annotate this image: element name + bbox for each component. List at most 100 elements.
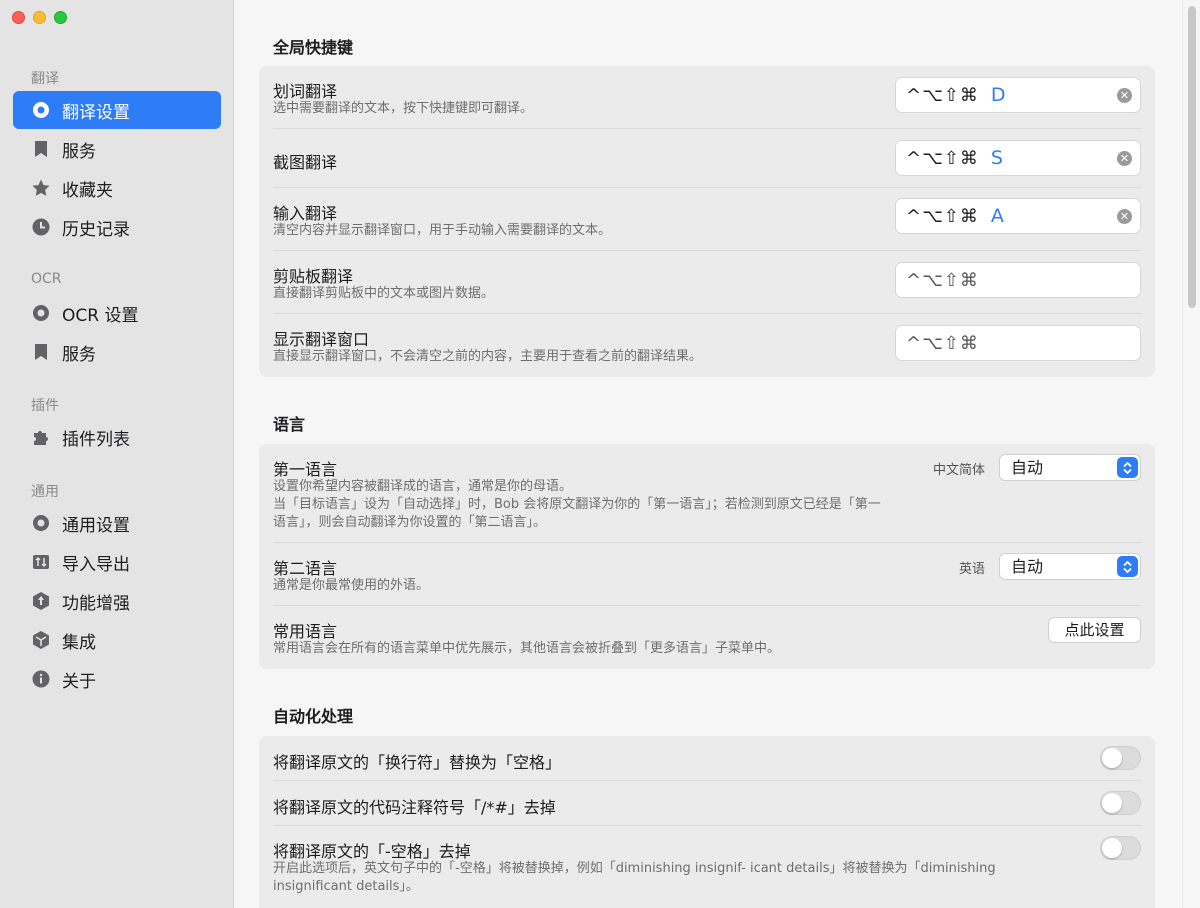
shortcut-recorder[interactable]: ^⌥⇧⌘ <box>895 262 1141 298</box>
automation-card: 将翻译原文的「换行符」替换为「空格」 将翻译原文的代码注释符号「/*#」去掉 将… <box>259 736 1155 908</box>
sidebar-section-ocr: OCR <box>31 271 62 287</box>
sidebar-item-label: 集成 <box>62 632 96 653</box>
row-title: 常用语言 <box>273 622 338 641</box>
sidebar-item-label: 服务 <box>62 141 96 162</box>
row-title: 截图翻译 <box>273 153 338 172</box>
sidebar-section-translate: 翻译 <box>31 71 59 87</box>
first-language-select[interactable]: 自动 <box>999 454 1141 481</box>
row-description: 选中需要翻译的文本，按下快捷键即可翻译。 <box>273 101 534 116</box>
row-description: 直接翻译剪贴板中的文本或图片数据。 <box>273 286 495 301</box>
toggle-knob <box>1102 838 1122 858</box>
row-title: 输入翻译 <box>273 204 338 223</box>
zoom-window-button[interactable] <box>54 11 67 24</box>
row-title: 将翻译原文的代码注释符号「/*#」去掉 <box>273 798 556 817</box>
clear-shortcut-icon[interactable]: ✕ <box>1117 88 1132 103</box>
modifier-keys: ^⌥⇧⌘ <box>906 147 979 169</box>
set-common-languages-button[interactable]: 点此设置 <box>1048 617 1141 643</box>
sidebar-item-translate-settings[interactable]: 翻译设置 <box>13 91 221 129</box>
gear-icon <box>31 513 51 533</box>
language-row-second: 第二语言 通常是你最常使用的外语。 英语 自动 <box>259 543 1155 606</box>
comment-symbols-toggle[interactable] <box>1100 791 1141 815</box>
shortcut-row-screenshot-translate: 截图翻译 ^⌥⇧⌘ S ✕ <box>259 129 1155 188</box>
shortcut-row-clipboard-translate: 剪贴板翻译 直接翻译剪贴板中的文本或图片数据。 ^⌥⇧⌘ <box>259 251 1155 314</box>
settings-content: 全局快捷键 划词翻译 选中需要翻译的文本，按下快捷键即可翻译。 ^⌥⇧⌘ D ✕… <box>235 0 1181 908</box>
sidebar-item-label: 历史记录 <box>62 219 130 240</box>
select-value: 自动 <box>1011 557 1044 576</box>
gear-icon <box>31 303 51 323</box>
shortcut-key: A <box>990 205 1004 227</box>
toggle-knob <box>1102 748 1122 768</box>
row-title: 第二语言 <box>273 559 338 578</box>
sidebar-item-label: 功能增强 <box>62 593 130 614</box>
shortcut-recorder[interactable]: ^⌥⇧⌘ <box>895 325 1141 361</box>
sidebar-item-label: 导入导出 <box>62 554 130 575</box>
sidebar-item-enhancements[interactable]: 功能增强 <box>13 582 221 620</box>
language-row-first: 第一语言 设置你希望内容被翻译成的语言，通常是你的母语。 当「目标语言」设为「自… <box>259 444 1155 543</box>
select-value: 自动 <box>1011 458 1044 477</box>
language-row-common: 常用语言 常用语言会在所有的语言菜单中优先展示，其他语言会被折叠到「更多语言」子… <box>259 606 1155 669</box>
sidebar-item-label: 插件列表 <box>62 429 130 450</box>
sidebar-item-ocr-services[interactable]: 服务 <box>13 333 221 371</box>
puzzle-icon <box>31 427 51 447</box>
shortcut-key: D <box>990 84 1006 106</box>
newline-toggle[interactable] <box>1100 746 1141 770</box>
row-title: 将翻译原文的「-空格」去掉 <box>273 842 471 861</box>
section-heading-shortcuts: 全局快捷键 <box>273 38 354 57</box>
shortcuts-card: 划词翻译 选中需要翻译的文本，按下快捷键即可翻译。 ^⌥⇧⌘ D ✕ 截图翻译 … <box>259 66 1155 377</box>
shortcut-row-input-translate: 输入翻译 清空内容并显示翻译窗口，用于手动输入需要翻译的文本。 ^⌥⇧⌘ A ✕ <box>259 188 1155 251</box>
import-export-icon <box>31 552 51 572</box>
bookmark-icon <box>31 139 51 159</box>
row-description-line: insignificant details」。 <box>273 879 419 894</box>
sidebar-item-integration[interactable]: 集成 <box>13 621 221 659</box>
shortcut-row-selection-translate: 划词翻译 选中需要翻译的文本，按下快捷键即可翻译。 ^⌥⇧⌘ D ✕ <box>259 66 1155 129</box>
sidebar-item-ocr-settings[interactable]: OCR 设置 <box>13 294 221 332</box>
sidebar-item-label: 收藏夹 <box>62 180 113 201</box>
chevron-updown-icon <box>1117 556 1138 577</box>
row-description-line: 设置你希望内容被翻译成的语言，通常是你的母语。 <box>273 479 573 494</box>
gear-icon <box>31 100 51 120</box>
second-language-select[interactable]: 自动 <box>999 553 1141 580</box>
row-description: 直接显示翻译窗口，不会清空之前的内容，主要用于查看之前的翻译结果。 <box>273 349 703 364</box>
sidebar-item-label: 关于 <box>62 671 96 692</box>
section-heading-automation: 自动化处理 <box>273 707 354 726</box>
sidebar-item-about[interactable]: 关于 <box>13 660 221 698</box>
shortcut-recorder[interactable]: ^⌥⇧⌘ D ✕ <box>895 77 1141 113</box>
modifier-keys: ^⌥⇧⌘ <box>906 332 979 354</box>
sidebar-item-label: 翻译设置 <box>62 102 130 123</box>
automation-row-hyphen-space: 将翻译原文的「-空格」去掉 开启此选项后，英文句子中的「-空格」将被替换掉，例如… <box>259 826 1155 908</box>
hyphen-space-toggle[interactable] <box>1100 836 1141 860</box>
sidebar-item-label: OCR 设置 <box>62 305 139 326</box>
sidebar-item-history[interactable]: 历史记录 <box>13 208 221 246</box>
enhance-icon <box>31 591 51 611</box>
close-window-button[interactable] <box>12 11 25 24</box>
modifier-keys: ^⌥⇧⌘ <box>906 84 979 106</box>
info-icon <box>31 669 51 689</box>
minimize-window-button[interactable] <box>33 11 46 24</box>
scrollbar-thumb[interactable] <box>1188 6 1196 308</box>
modifier-keys: ^⌥⇧⌘ <box>906 269 979 291</box>
clear-shortcut-icon[interactable]: ✕ <box>1117 209 1132 224</box>
automation-row-newline: 将翻译原文的「换行符」替换为「空格」 <box>259 736 1155 781</box>
sidebar-item-services[interactable]: 服务 <box>13 130 221 168</box>
sidebar-item-favorites[interactable]: 收藏夹 <box>13 169 221 207</box>
row-title: 第一语言 <box>273 460 338 479</box>
row-description: 常用语言会在所有的语言菜单中优先展示，其他语言会被折叠到「更多语言」子菜单中。 <box>273 641 781 656</box>
sidebar-item-general-settings[interactable]: 通用设置 <box>13 504 221 542</box>
automation-row-comment-symbols: 将翻译原文的代码注释符号「/*#」去掉 <box>259 781 1155 826</box>
row-description-line: 当「目标语言」设为「自动选择」时，Bob 会将原文翻译为你的「第一语言」；若检测… <box>273 497 881 512</box>
sidebar-section-plugins: 插件 <box>31 398 59 414</box>
sidebar-section-general: 通用 <box>31 484 59 500</box>
section-heading-language: 语言 <box>273 415 306 434</box>
integration-icon <box>31 630 51 650</box>
row-title: 划词翻译 <box>273 82 338 101</box>
shortcut-recorder[interactable]: ^⌥⇧⌘ A ✕ <box>895 198 1141 234</box>
sidebar-item-plugin-list[interactable]: 插件列表 <box>13 418 221 456</box>
row-title: 剪贴板翻译 <box>273 267 354 286</box>
clear-shortcut-icon[interactable]: ✕ <box>1117 151 1132 166</box>
language-card: 第一语言 设置你希望内容被翻译成的语言，通常是你的母语。 当「目标语言」设为「自… <box>259 444 1155 669</box>
shortcut-recorder[interactable]: ^⌥⇧⌘ S ✕ <box>895 140 1141 176</box>
vertical-scrollbar[interactable] <box>1182 0 1200 908</box>
sidebar: 翻译 翻译设置 服务 收藏夹 历史记录 OCR OCR 设置 服务 插件 插件列… <box>0 0 234 908</box>
sidebar-item-import-export[interactable]: 导入导出 <box>13 543 221 581</box>
row-title: 显示翻译窗口 <box>273 330 370 349</box>
